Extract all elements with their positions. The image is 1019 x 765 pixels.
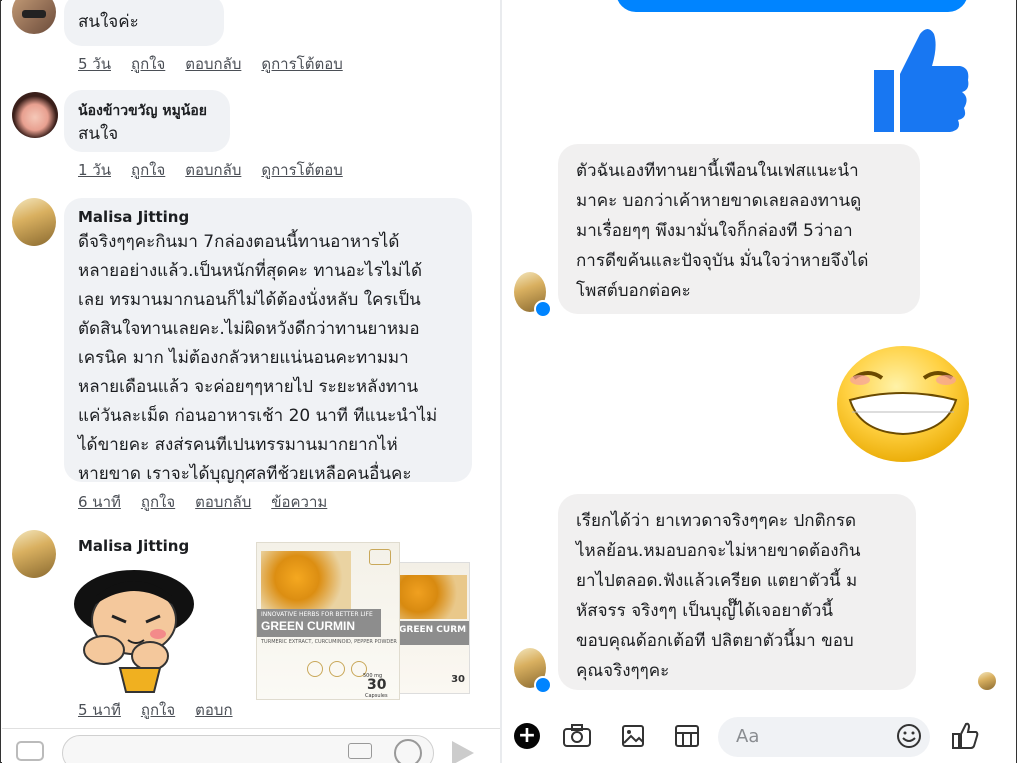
- comment-bubble: Malisa Jitting ดีจริงๆๆคะกินมา 7กล่องตอน…: [64, 198, 472, 484]
- facebook-comments-panel: สนใจค่ะ 5 วัน ถูกใจ ตอบกลับ ดูการโต้ตอบ …: [2, 0, 500, 763]
- like-icon[interactable]: [950, 721, 980, 751]
- comment-line: หายขาด เราจะได้บุญกุศลทีช้วยเหลือคนอื่นค…: [78, 464, 412, 484]
- messenger-badge-icon: [534, 300, 552, 318]
- comment-bubble: น้องข้าวขวัญ หมูน้อย สนใจ: [64, 90, 230, 152]
- comment-time[interactable]: 5 วัน: [78, 52, 111, 76]
- comment-time[interactable]: 1 วัน: [78, 158, 111, 182]
- like-link[interactable]: ถูกใจ: [131, 52, 165, 76]
- product-brand-text: GREEN CURMIN: [261, 619, 356, 633]
- feature-icon: [307, 661, 323, 677]
- message-line: ตัวฉันเองทีทานยานี้เพือนในเฟสแนะนำ: [576, 161, 859, 181]
- commenter-name[interactable]: Malisa Jitting: [78, 537, 189, 555]
- commenter-name[interactable]: น้องข้าวขวัญ หมูน้อย: [78, 100, 207, 122]
- emoji-icon[interactable]: [896, 723, 922, 749]
- commenter-name[interactable]: Malisa Jitting: [78, 208, 189, 226]
- received-message-bubble: เรียกได้ว่า ยาเทวดาจริงๆๆคะ ปกติกรด ไหลย…: [558, 494, 916, 690]
- reply-link[interactable]: ตอบกลับ: [185, 158, 241, 182]
- comment-composer[interactable]: [2, 728, 500, 763]
- comment-line: หลายเดือนแล้ว จะค่อยๆๆหายไป ระยะหลังทาน: [78, 377, 419, 397]
- reply-link[interactable]: ตอบกลับ: [185, 52, 241, 76]
- cartoon-sticker: [68, 560, 198, 700]
- product-count-unit: Capsules: [365, 693, 388, 699]
- avatar[interactable]: [12, 92, 58, 138]
- message-line: หัสจรร จริงๆๆ เป็นบุญ๊๊ได้เจอยาตัวนี้: [576, 601, 834, 621]
- message-input-placeholder: Aa: [736, 726, 760, 747]
- message-line: มาคะ บอกว่าเค้าหายขาดเลยลองทานดู: [576, 191, 862, 211]
- avatar[interactable]: [12, 0, 56, 34]
- photo-icon[interactable]: [618, 721, 648, 751]
- comment-input[interactable]: [62, 735, 434, 763]
- camera-icon[interactable]: [562, 721, 592, 751]
- received-message-bubble: ตัวฉันเองทีทานยานี้เพือนในเฟสแนะนำ มาคะ …: [558, 144, 920, 314]
- message-line: มาเรื่อยๆๆ พึงมามั่นใจก็กล่องที 5ว่าอา: [576, 221, 853, 241]
- comment-time[interactable]: 6 นาที: [78, 490, 121, 514]
- message-input[interactable]: Aa: [718, 717, 930, 757]
- sent-message-bubble: [616, 0, 968, 12]
- comment-line: หลายอย่างแล้ว.เป็นหนักที่สุดคะ ทานอะไรไม…: [78, 261, 423, 281]
- reply-link[interactable]: ตอบกลับ: [195, 490, 251, 514]
- thumbs-up-icon: [872, 26, 972, 136]
- comment-actions: 5 วัน ถูกใจ ตอบกลับ ดูการโต้ตอบ: [78, 52, 343, 76]
- message-composer: + Aa: [502, 711, 1016, 763]
- brand-seal: [369, 549, 391, 565]
- turmeric-graphic: [397, 575, 467, 619]
- comment-text: สนใจค่ะ: [78, 12, 139, 32]
- emoji-icon[interactable]: [394, 739, 422, 763]
- comment-line: แค่วันละเม็ด ก่อนอาหารเช้า 20 นาที ทีแนะ…: [78, 406, 438, 426]
- comment-text: ดีจริงๆๆคะกินมา 7กล่องตอนนี้ทานอาหารได้ …: [78, 228, 468, 489]
- message-line: ไหลย้อน.หมอบอกจะไม่หายขาดต้องกิน: [576, 541, 861, 561]
- view-reactions-link[interactable]: ดูการโต้ตอบ: [261, 52, 342, 76]
- messenger-chat-panel: ตัวฉันเองทีทานยานี้เพือนในเฟสแนะนำ มาคะ …: [502, 0, 1016, 763]
- product-photo[interactable]: GREEN CURMIN 30 INNOVATIVE HERBS FOR BET…: [256, 542, 470, 700]
- comment-line: เลย ทรมานมากนอนก็ไม่ได้ต้องนั่งหลับ ใครเ…: [78, 290, 421, 310]
- avatar[interactable]: [12, 198, 56, 246]
- reply-link[interactable]: ตอบก: [195, 698, 232, 722]
- grinning-emoji-sticker: [836, 344, 970, 464]
- comment-line: เครนิค มาก ไม่ต้องกลัวหายแน่นอนคะทามมา: [78, 348, 409, 368]
- camera-icon[interactable]: [16, 741, 44, 761]
- plus-icon[interactable]: +: [512, 721, 542, 751]
- message-line: โพสต์บอกต่อคะ: [576, 281, 691, 301]
- like-link[interactable]: ถูกใจ: [131, 158, 165, 182]
- comment-line: ดีจริงๆๆคะกินมา 7กล่องตอนนี้ทานอาหารได้: [78, 232, 400, 252]
- comment-actions: 1 วัน ถูกใจ ตอบกลับ ดูการโต้ตอบ: [78, 158, 343, 182]
- product-box-front: INNOVATIVE HERBS FOR BETTER LIFE GREEN C…: [256, 542, 400, 700]
- product-brand-text: GREEN CURMIN: [399, 625, 467, 635]
- comment-time[interactable]: 5 นาที: [78, 698, 121, 722]
- comment-line: ได้ขายคะ สงส่รคนทีเปนทรรมานมากยากไห่: [78, 435, 398, 455]
- like-link[interactable]: ถูกใจ: [141, 698, 175, 722]
- read-receipt-avatar: [978, 672, 996, 690]
- like-link[interactable]: ถูกใจ: [141, 490, 175, 514]
- comment-line: ตัดสินใจทานเลยคะ.ไม่ผิดหวังดีกว่าทานยาหม…: [78, 319, 420, 339]
- comment-bubble: สนใจค่ะ: [64, 0, 224, 46]
- gif-icon[interactable]: [348, 743, 372, 759]
- avatar[interactable]: [12, 530, 56, 578]
- feature-icons: [307, 661, 367, 677]
- send-icon[interactable]: [452, 741, 474, 763]
- product-tagline: INNOVATIVE HERBS FOR BETTER LIFE: [261, 611, 373, 618]
- message-line: คุณจริงๆๆคะ: [576, 661, 670, 681]
- comment-actions: 5 นาที ถูกใจ ตอบก: [78, 698, 233, 722]
- message-line: เรียกได้ว่า ยาเทวดาจริงๆๆคะ ปกติกรด: [576, 511, 857, 531]
- message-link[interactable]: ข้อความ: [271, 490, 327, 514]
- turmeric-graphic: [261, 551, 351, 611]
- comment-actions: 6 นาที ถูกใจ ตอบกลับ ข้อความ: [78, 490, 327, 514]
- message-line: การดีขค้นและปัจจุบัน มั่นใจว่าหายจึงได่: [576, 251, 869, 271]
- messenger-badge-icon: [534, 676, 552, 694]
- product-count: 30: [451, 674, 465, 685]
- feature-icon: [329, 661, 345, 677]
- comment-text: สนใจ: [78, 124, 119, 144]
- product-subtitle: TURMERIC EXTRACT, CURCUMINOID, PEPPER PO…: [261, 639, 397, 645]
- gif-icon[interactable]: [672, 721, 702, 751]
- product-box-back: GREEN CURMIN 30: [396, 562, 470, 694]
- message-line: ขอบคุณด้อกเต้อที ปลิตยาตัวนี้มา ขอบ: [576, 631, 854, 651]
- message-line: ยาไปตลอด.ฟังแล้วเครียด แตยาตัวนี้ ม: [576, 571, 858, 591]
- product-count: 30: [367, 677, 387, 693]
- view-reactions-link[interactable]: ดูการโต้ตอบ: [261, 158, 342, 182]
